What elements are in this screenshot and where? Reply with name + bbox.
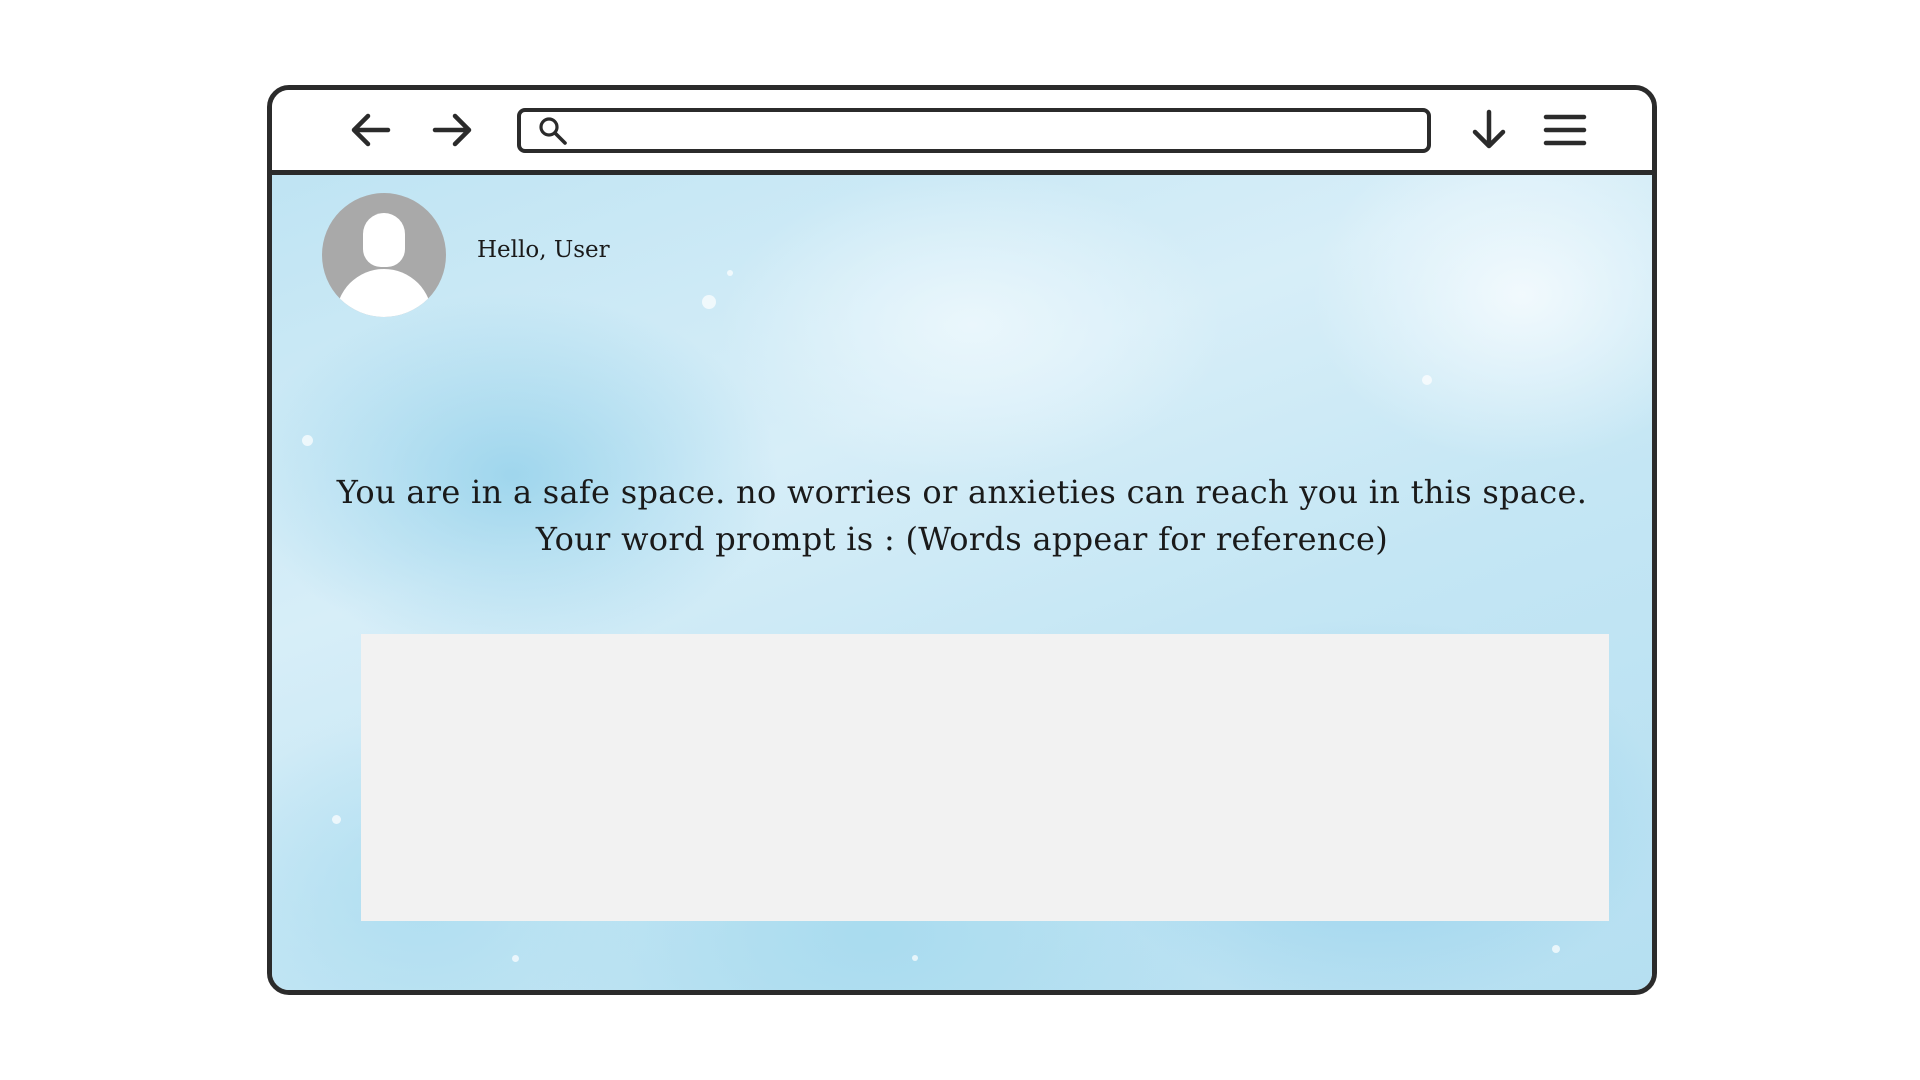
arrow-right-icon — [432, 113, 472, 147]
background-speck — [1552, 945, 1560, 953]
prompt-text: You are in a safe space. no worries or a… — [272, 469, 1652, 563]
background-speck — [512, 955, 519, 962]
prompt-line-safe-space: You are in a safe space. no worries or a… — [336, 473, 1588, 511]
prompt-line-word-prompt: Your word prompt is : (Words appear for … — [535, 520, 1389, 558]
back-button[interactable] — [345, 108, 395, 152]
menu-button[interactable] — [1540, 108, 1590, 152]
browser-toolbar — [272, 90, 1652, 175]
download-button[interactable] — [1464, 108, 1514, 152]
background-speck — [1422, 375, 1432, 385]
hamburger-menu-icon — [1543, 114, 1587, 146]
arrow-left-icon — [351, 113, 391, 147]
browser-window: Hello, User You are in a safe space. no … — [267, 85, 1657, 995]
avatar[interactable] — [322, 193, 446, 317]
response-textarea[interactable] — [361, 634, 1609, 921]
address-bar — [517, 108, 1431, 153]
background-speck — [727, 270, 733, 276]
forward-button[interactable] — [428, 108, 478, 152]
page-content: Hello, User You are in a safe space. no … — [272, 175, 1652, 990]
background-speck — [912, 955, 918, 961]
address-input[interactable] — [569, 112, 1427, 149]
greeting-text: Hello, User — [477, 237, 610, 263]
search-icon — [539, 116, 567, 145]
background-speck — [332, 815, 341, 824]
background-speck — [702, 295, 716, 309]
background-speck — [302, 435, 313, 446]
arrow-down-icon — [1472, 109, 1506, 149]
